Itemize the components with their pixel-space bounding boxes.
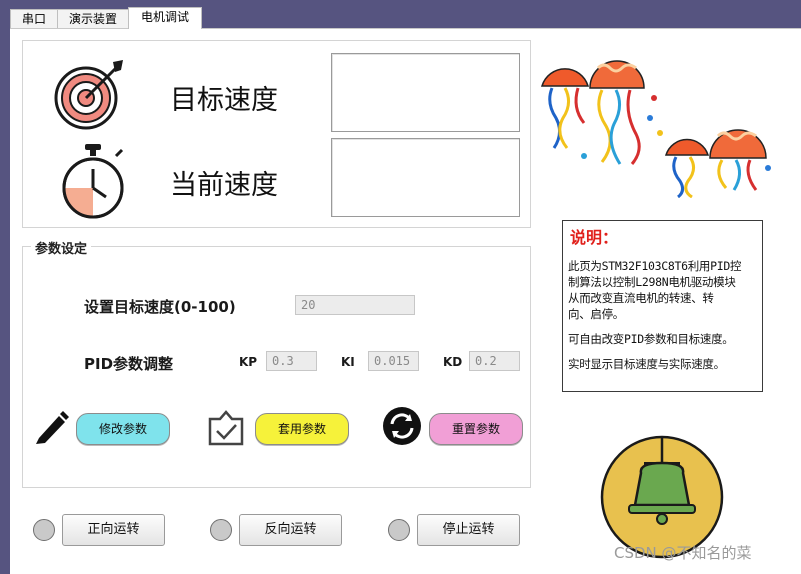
forward-indicator-led (33, 519, 55, 541)
kd-input[interactable]: 0.2 (469, 351, 520, 371)
target-icon (54, 60, 123, 130)
ki-label: KI (341, 355, 355, 369)
pencil-icon (36, 411, 69, 444)
tab-serial[interactable]: 串口 (10, 9, 58, 29)
description-line-4: 向、启停。 (568, 307, 624, 321)
checkbox-icon (208, 410, 244, 446)
tab-demo-device[interactable]: 演示装置 (57, 9, 129, 29)
target-speed-display (331, 53, 520, 132)
motor-debug-page: 目标速度 当前速度 参数设定 设置目标速度(0-100) 20 PID参数调整 … (10, 28, 801, 574)
modify-params-button[interactable]: 修改参数 (76, 413, 170, 445)
description-title: 说明： (570, 228, 619, 247)
description-line-3: 从而改变直流电机的转速、转 (568, 291, 714, 305)
apply-params-button[interactable]: 套用参数 (255, 413, 349, 445)
description-line-2: 制算法以控制L298N电机驱动模块 (568, 275, 736, 289)
description-line-5: 可自由改变PID参数和目标速度。 (568, 332, 734, 346)
reverse-run-button[interactable]: 反向运转 (239, 514, 342, 546)
stop-run-button[interactable]: 停止运转 (417, 514, 520, 546)
current-speed-label: 当前速度 (170, 170, 278, 201)
current-speed-display (331, 138, 520, 217)
kp-input[interactable]: 0.3 (266, 351, 317, 371)
jellyfish-decoration (540, 60, 771, 198)
kp-label: KP (239, 355, 258, 369)
refresh-icon (383, 407, 421, 445)
speed-display-group: 目标速度 当前速度 (22, 40, 531, 228)
params-group-title: 参数设定 (31, 238, 92, 257)
reverse-indicator-led (210, 519, 232, 541)
reset-params-button[interactable]: 重置参数 (429, 413, 523, 445)
pid-tuning-label: PID参数调整 (84, 355, 174, 373)
tab-motor-debug[interactable]: 电机调试 (128, 7, 202, 29)
description-panel: 说明： 此页为STM32F103C8T6利用PID控 制算法以控制L298N电机… (562, 220, 763, 392)
tab-bar: 串口 演示装置 电机调试 (0, 0, 801, 29)
kd-label: KD (443, 355, 463, 369)
description-line-1: 此页为STM32F103C8T6利用PID控 (568, 259, 742, 273)
forward-run-button[interactable]: 正向运转 (62, 514, 165, 546)
watermark: CSDN @不知名的菜 (614, 544, 752, 562)
set-target-speed-label: 设置目标速度(0-100) (84, 298, 236, 316)
description-line-6: 实时显示目标速度与实际速度。 (568, 357, 725, 371)
stop-indicator-led (388, 519, 410, 541)
stopwatch-icon (62, 144, 124, 219)
ki-input[interactable]: 0.015 (368, 351, 419, 371)
target-speed-label: 目标速度 (170, 85, 278, 116)
target-speed-input[interactable]: 20 (295, 295, 415, 315)
params-group: 参数设定 设置目标速度(0-100) 20 PID参数调整 KP 0.3 KI … (22, 238, 531, 488)
